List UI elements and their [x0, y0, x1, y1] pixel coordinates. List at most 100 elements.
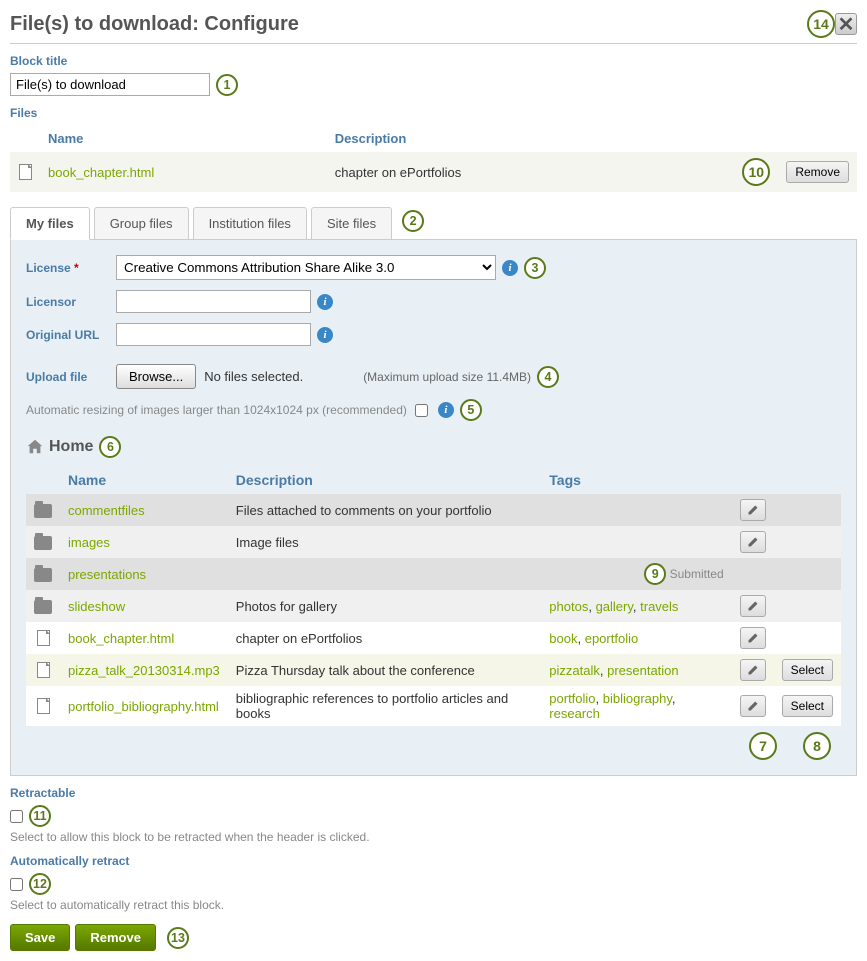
- list-item-tags: photos, gallery, travels: [541, 590, 731, 622]
- list-item-link[interactable]: slideshow: [68, 599, 125, 614]
- folder-icon: [34, 504, 52, 518]
- info-icon[interactable]: i: [502, 260, 518, 276]
- auto-resize-label: Automatic resizing of images larger than…: [26, 403, 407, 417]
- tag-link[interactable]: presentation: [607, 663, 679, 678]
- list-item-link[interactable]: commentfiles: [68, 503, 145, 518]
- original-url-input[interactable]: [116, 323, 311, 346]
- file-icon: [37, 662, 50, 678]
- list-item-desc: chapter on ePortfolios: [228, 622, 542, 654]
- list-item-link[interactable]: portfolio_bibliography.html: [68, 699, 219, 714]
- select-button[interactable]: Select: [782, 659, 833, 681]
- list-item-desc: bibliographic references to portfolio ar…: [228, 686, 542, 726]
- tab-group-files[interactable]: Group files: [94, 207, 189, 239]
- selected-file-row: book_chapter.html chapter on ePortfolios…: [10, 152, 857, 192]
- list-item-tags: book, eportfolio: [541, 622, 731, 654]
- callout-2: 2: [402, 210, 424, 232]
- list-item-link[interactable]: images: [68, 535, 110, 550]
- tag-link[interactable]: research: [549, 706, 600, 721]
- dialog-title: File(s) to download: Configure 14 ✕: [10, 10, 857, 44]
- tag-link[interactable]: portfolio: [549, 691, 595, 706]
- close-button[interactable]: ✕: [835, 13, 857, 35]
- file-icon: [37, 630, 50, 646]
- no-files-selected-text: No files selected.: [204, 369, 303, 384]
- remove-block-button[interactable]: Remove: [75, 924, 156, 951]
- folder-icon: [34, 568, 52, 582]
- remove-file-button[interactable]: Remove: [786, 161, 849, 183]
- licensor-input[interactable]: [116, 290, 311, 313]
- callout-1: 1: [216, 74, 238, 96]
- tag-link[interactable]: gallery: [596, 599, 633, 614]
- callout-7: 7: [749, 732, 777, 760]
- list-row: book_chapter.htmlchapter on ePortfoliosb…: [26, 622, 841, 654]
- list-item-tags: [541, 526, 731, 558]
- breadcrumb-home[interactable]: Home: [49, 438, 93, 456]
- file-icon: [19, 164, 32, 180]
- save-button[interactable]: Save: [10, 924, 70, 951]
- info-icon[interactable]: i: [317, 327, 333, 343]
- tag-link[interactable]: photos: [549, 599, 588, 614]
- pencil-icon: [747, 632, 759, 644]
- callout-3: 3: [524, 257, 546, 279]
- license-select[interactable]: Creative Commons Attribution Share Alike…: [116, 255, 496, 280]
- tag-link[interactable]: book: [549, 631, 577, 646]
- list-item-tags: 9 Submitted: [541, 558, 731, 590]
- list-item-link[interactable]: book_chapter.html: [68, 631, 174, 646]
- block-title-label: Block title: [10, 54, 857, 68]
- selected-file-link[interactable]: book_chapter.html: [48, 165, 154, 180]
- edit-button[interactable]: [740, 659, 766, 681]
- tab-site-files[interactable]: Site files: [311, 207, 392, 239]
- list-row: pizza_talk_20130314.mp3Pizza Thursday ta…: [26, 654, 841, 686]
- tag-link[interactable]: travels: [640, 599, 678, 614]
- info-icon[interactable]: i: [438, 402, 454, 418]
- dialog-title-text: File(s) to download: Configure: [10, 13, 299, 36]
- select-button[interactable]: Select: [782, 695, 833, 717]
- callout-9: 9: [644, 563, 666, 585]
- selected-file-desc: chapter on ePortfolios: [327, 152, 661, 192]
- upload-file-label: Upload file: [26, 370, 116, 384]
- list-item-desc: Photos for gallery: [228, 590, 542, 622]
- edit-button[interactable]: [740, 531, 766, 553]
- callout-13: 13: [167, 927, 189, 949]
- my-files-panel: License * Creative Commons Attribution S…: [10, 240, 857, 776]
- required-marker: *: [74, 261, 79, 275]
- edit-button[interactable]: [740, 695, 766, 717]
- max-upload-size-text: (Maximum upload size 11.4MB): [363, 370, 531, 384]
- file-icon: [37, 698, 50, 714]
- tab-institution-files[interactable]: Institution files: [193, 207, 307, 239]
- list-row: slideshow Photos for galleryphotos, galle…: [26, 590, 841, 622]
- pencil-icon: [747, 600, 759, 612]
- edit-button[interactable]: [740, 595, 766, 617]
- retractable-checkbox[interactable]: [10, 810, 23, 823]
- info-icon[interactable]: i: [317, 294, 333, 310]
- block-title-input[interactable]: [10, 73, 210, 96]
- home-icon: [26, 438, 44, 456]
- list-item-link[interactable]: pizza_talk_20130314.mp3: [68, 663, 220, 678]
- list-item-link[interactable]: presentations: [68, 567, 146, 582]
- col-tags: Tags: [541, 466, 731, 494]
- edit-button[interactable]: [740, 627, 766, 649]
- tab-my-files[interactable]: My files: [10, 207, 90, 240]
- auto-resize-checkbox[interactable]: [415, 404, 428, 417]
- callout-11: 11: [29, 805, 51, 827]
- licensor-label: Licensor: [26, 295, 116, 309]
- callout-12: 12: [29, 873, 51, 895]
- folder-icon: [34, 536, 52, 550]
- col-name: Name: [60, 466, 228, 494]
- edit-button[interactable]: [740, 499, 766, 521]
- list-row: commentfiles Files attached to comments o…: [26, 494, 841, 526]
- tag-link[interactable]: bibliography: [603, 691, 672, 706]
- callout-6: 6: [99, 436, 121, 458]
- tag-link[interactable]: eportfolio: [585, 631, 638, 646]
- files-section-label: Files: [10, 106, 857, 120]
- file-source-tabs: My files Group files Institution files S…: [10, 207, 857, 240]
- selected-files-table: Name Description book_chapter.html chapt…: [10, 125, 857, 192]
- list-item-desc: Files attached to comments on your portf…: [228, 494, 542, 526]
- browse-button[interactable]: Browse...: [116, 364, 196, 389]
- col-desc: Description: [327, 125, 661, 152]
- list-item-desc: [228, 558, 542, 590]
- license-label: License: [26, 261, 71, 275]
- tag-link[interactable]: pizzatalk: [549, 663, 600, 678]
- list-row: imagesImage files: [26, 526, 841, 558]
- callout-8: 8: [803, 732, 831, 760]
- retractable-label: Retractable: [10, 786, 857, 800]
